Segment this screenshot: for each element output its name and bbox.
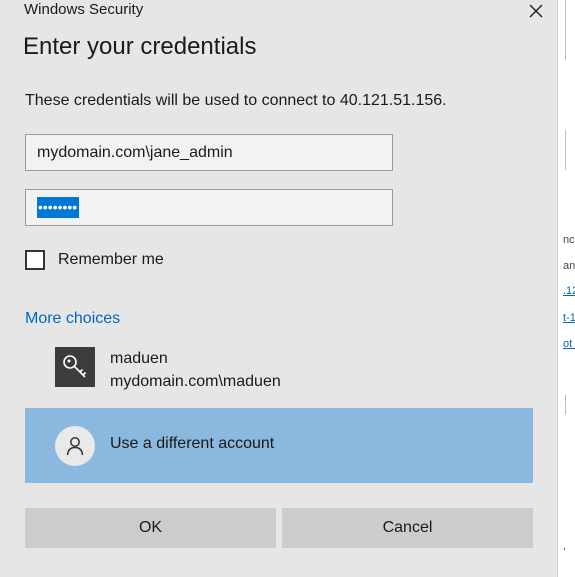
checkbox-box[interactable]	[25, 250, 45, 270]
account-name: maduen	[110, 350, 168, 367]
remember-me-label: Remember me	[58, 251, 164, 268]
background-link[interactable]: ot 4	[563, 338, 575, 350]
windows-security-dialog: Windows Security Enter your credentials …	[0, 0, 558, 577]
title-bar: Windows Security	[0, 0, 558, 22]
password-field[interactable]: ••••••••	[25, 189, 393, 226]
account-option-different[interactable]: Use a different account	[25, 408, 533, 483]
window-title: Windows Security	[24, 1, 144, 18]
close-button[interactable]	[521, 0, 551, 22]
user-icon	[66, 437, 84, 456]
password-masked-value: ••••••••	[37, 197, 80, 218]
username-field[interactable]: mydomain.com\jane_admin	[25, 134, 393, 171]
dialog-description: These credentials will be used to connec…	[25, 92, 447, 109]
background-link[interactable]: t-1	[563, 312, 575, 324]
account-option-maduen[interactable]: maduen mydomain.com\maduen	[25, 344, 533, 396]
background-divider	[565, 130, 566, 170]
background-text: an	[563, 260, 575, 272]
more-choices-link[interactable]: More choices	[25, 310, 120, 328]
close-icon	[529, 4, 543, 18]
different-account-label: Use a different account	[110, 435, 275, 452]
cancel-button[interactable]: Cancel	[282, 508, 533, 548]
key-icon	[63, 355, 87, 378]
username-value: mydomain.com\jane_admin	[37, 143, 233, 161]
background-divider	[565, 0, 566, 60]
dialog-heading: Enter your credentials	[23, 33, 257, 60]
background-divider	[565, 395, 566, 415]
background-link[interactable]: .12	[563, 285, 575, 297]
background-text: ,	[563, 540, 567, 552]
background-text: nc	[563, 234, 575, 246]
account-text: maduen mydomain.com\maduen	[110, 347, 281, 393]
account-tile	[55, 347, 95, 387]
avatar	[55, 426, 95, 466]
account-domain-user: mydomain.com\maduen	[110, 373, 281, 390]
remember-me-checkbox[interactable]: Remember me	[25, 250, 164, 270]
ok-button[interactable]: OK	[25, 508, 276, 548]
